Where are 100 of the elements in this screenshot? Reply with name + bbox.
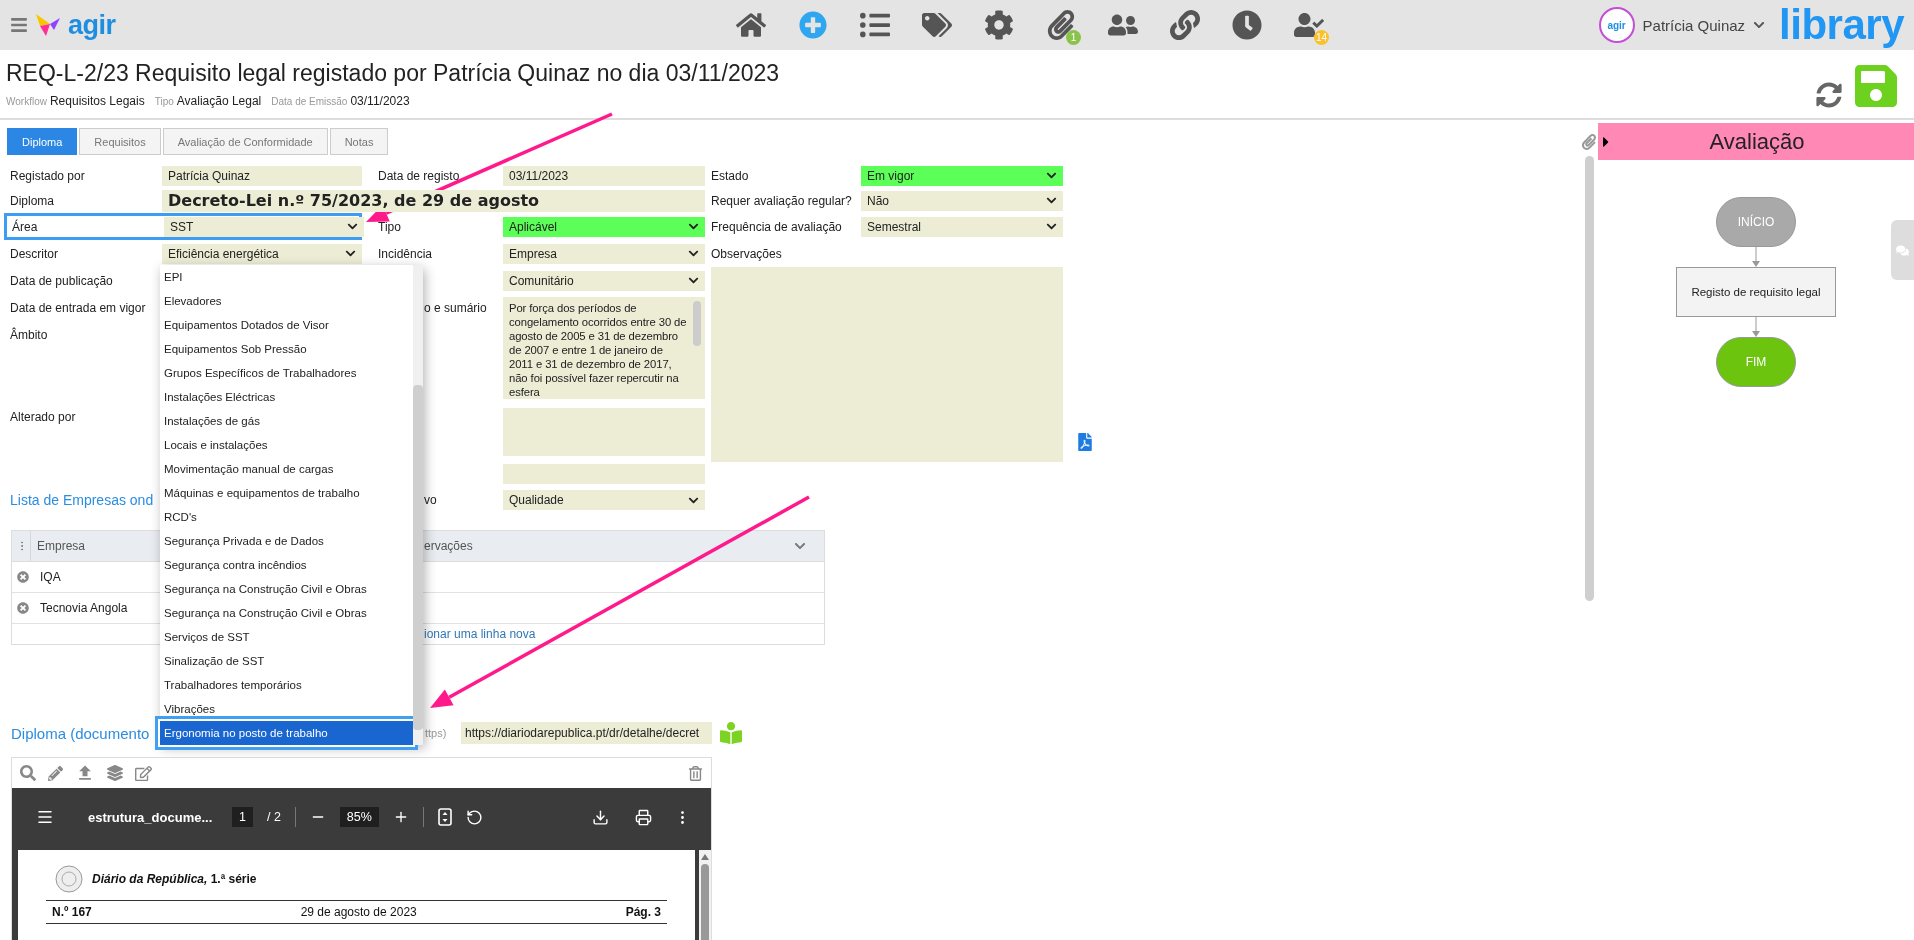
dropdown-option[interactable]: Elevadores	[160, 289, 413, 313]
refresh-icon[interactable]	[1816, 82, 1842, 108]
dropdown-option[interactable]: Serviços de SST	[160, 625, 413, 649]
column-header[interactable]: Empresa	[37, 539, 86, 553]
field-label: Requer avaliação regular?	[711, 193, 852, 208]
scrollbar[interactable]	[413, 385, 423, 730]
remove-icon[interactable]	[17, 571, 29, 583]
date-field[interactable]: 03/11/2023	[503, 165, 705, 186]
dropdown-option[interactable]: Equipamentos Sob Pressão	[160, 337, 413, 361]
dropdown-option[interactable]: Vibrações	[160, 697, 413, 721]
download-icon[interactable]	[592, 808, 609, 826]
column-header[interactable]: ervações	[424, 539, 473, 553]
meta-value: Requisitos Legais	[49, 94, 145, 108]
text-field[interactable]: Patrícia Quinaz	[162, 165, 362, 186]
delete-icon[interactable]	[688, 765, 703, 781]
select-field[interactable]: Aplicável	[503, 216, 705, 237]
save-icon[interactable]	[1852, 62, 1900, 110]
field-label: Observações	[711, 246, 782, 261]
chevron-icon	[688, 275, 699, 286]
issue-date: 29 de agosto de 2023	[300, 905, 417, 919]
scrollbar[interactable]	[1584, 156, 1594, 601]
select-field[interactable]: Semestral	[861, 216, 1063, 237]
add-row-link[interactable]: ionar uma linha nova	[424, 627, 536, 641]
tab[interactable]: Avaliação de Conformidade	[162, 128, 328, 155]
field-label: o e sumário	[423, 300, 487, 315]
chevron-icon	[1046, 221, 1057, 232]
dropdown-option[interactable]: Segurança na Construção Civil e Obras	[160, 577, 413, 601]
select-field[interactable]: Em vigor	[861, 165, 1063, 186]
dropdown-option[interactable]: Segurança na Construção Civil e Obras	[160, 601, 413, 625]
dropdown-option[interactable]: Segurança Privada e de Dados	[160, 529, 413, 553]
fit-page-icon[interactable]	[437, 808, 452, 826]
dropdown-option[interactable]: Movimentação manual de cargas	[160, 457, 413, 481]
dropdown-option[interactable]: EPI	[160, 265, 413, 289]
pencil-icon[interactable]	[48, 765, 63, 781]
count-badge: 1	[1066, 30, 1081, 45]
select-field[interactable]: Qualidade	[503, 490, 705, 510]
remove-icon[interactable]	[17, 602, 29, 614]
field-label: Data de publicação	[10, 273, 113, 288]
field-label: Estado	[711, 168, 749, 183]
dropdown-option[interactable]: Instalações de gás	[160, 409, 413, 433]
scroll-up-icon[interactable]	[701, 854, 709, 860]
field-label: Incidência	[378, 246, 433, 261]
section-title: Diploma (documento	[11, 724, 150, 742]
select-field[interactable]: Eficiência energética	[162, 243, 362, 264]
meta-value: Avaliação Legal	[176, 94, 262, 108]
select-field[interactable]: Não	[861, 190, 1063, 211]
chat-icon	[1896, 243, 1909, 257]
chevron-icon[interactable]	[794, 540, 806, 552]
layers-icon[interactable]	[107, 765, 123, 781]
task-node[interactable]: Registo de requisito legal	[1676, 267, 1836, 317]
print-icon[interactable]	[635, 808, 652, 826]
select-field[interactable]: Empresa	[503, 243, 705, 264]
select-field[interactable]: SST	[164, 216, 364, 237]
field-label: Registado por	[10, 168, 85, 183]
record-title: REQ-L-2/23 Requisito legal registado por Patrícia Quinaz no dia 03/11/2023	[6, 60, 781, 87]
tab[interactable]: Diploma	[7, 128, 78, 155]
dropdown-option[interactable]: Equipamentos Dotados de Visor	[160, 313, 413, 337]
edit-icon[interactable]	[135, 764, 152, 782]
paperclip-icon[interactable]	[1581, 134, 1597, 150]
page-count: / 2	[266, 810, 281, 824]
dropdown-option[interactable]: Locais e instalações	[160, 433, 413, 457]
chevron-icon	[1046, 170, 1057, 181]
url-field[interactable]: https://diariodarepublica.pt/dr/detalhe/decret	[461, 722, 712, 744]
text-field[interactable]	[503, 464, 705, 484]
dropdown-option[interactable]: Trabalhadores temporários	[160, 673, 413, 697]
dropdown-option[interactable]: RCD's	[160, 505, 413, 529]
rotate-icon[interactable]	[465, 808, 483, 826]
summary-field[interactable]: Por força dos períodos de congelamento ocorridos entre 30 de agosto de 2005 e 31 de dezembro de 2007 e entre 1 de janeiro de 2011 e 31 de dezembro de 2017, não foi possível fazer repercutir na esfera	[503, 297, 705, 399]
file-name: estrutura_docume...	[88, 809, 214, 825]
section-title: Lista de Empresas ond	[10, 492, 154, 508]
table-cell: Tecnovia Angola	[40, 601, 128, 615]
dropdown-option[interactable]: Grupos Específicos de Trabalhadores	[160, 361, 413, 385]
field-hint: ttps)	[425, 727, 448, 739]
page-number: Pág. 3	[625, 905, 661, 919]
chevron-icon	[345, 248, 356, 259]
meta-label: Workflow	[6, 96, 47, 107]
pdf-icon[interactable]	[1077, 433, 1093, 451]
select-field[interactable]: Comunitário	[503, 270, 705, 291]
scrollbar[interactable]	[701, 863, 709, 940]
meta-value: 03/11/2023	[350, 94, 410, 108]
tab[interactable]: Notas	[329, 128, 389, 155]
field-label: Área	[12, 219, 39, 234]
notes-field[interactable]	[711, 267, 1063, 462]
end-node: FIM	[1716, 337, 1796, 387]
chevron-icon[interactable]	[1753, 19, 1766, 31]
user-name[interactable]: Patrícia Quinaz	[1642, 16, 1746, 34]
tab[interactable]: Requisitos	[79, 128, 161, 155]
dropdown-option[interactable]: Máquinas e equipamentos de trabalho	[160, 481, 413, 505]
menu-icon[interactable]	[36, 808, 54, 826]
search-icon[interactable]	[20, 765, 36, 781]
zoom-input[interactable]: 85%	[339, 807, 379, 827]
text-field[interactable]: Decreto-Lei n.º 75/2023, de 29 de agosto	[162, 189, 705, 212]
brand-logo: library	[1779, 1, 1904, 49]
field-label: vo	[423, 493, 437, 507]
meta-label: Tipo	[154, 96, 174, 107]
page-input[interactable]: 1	[232, 807, 253, 827]
field-label: Data de registo	[378, 168, 460, 183]
dropdown-option[interactable]: Sinalização de SST	[160, 649, 413, 673]
dropdown-option[interactable]: Segurança contra incêndios	[160, 553, 413, 577]
dropdown-option[interactable]: Instalações Eléctricas	[160, 385, 413, 409]
